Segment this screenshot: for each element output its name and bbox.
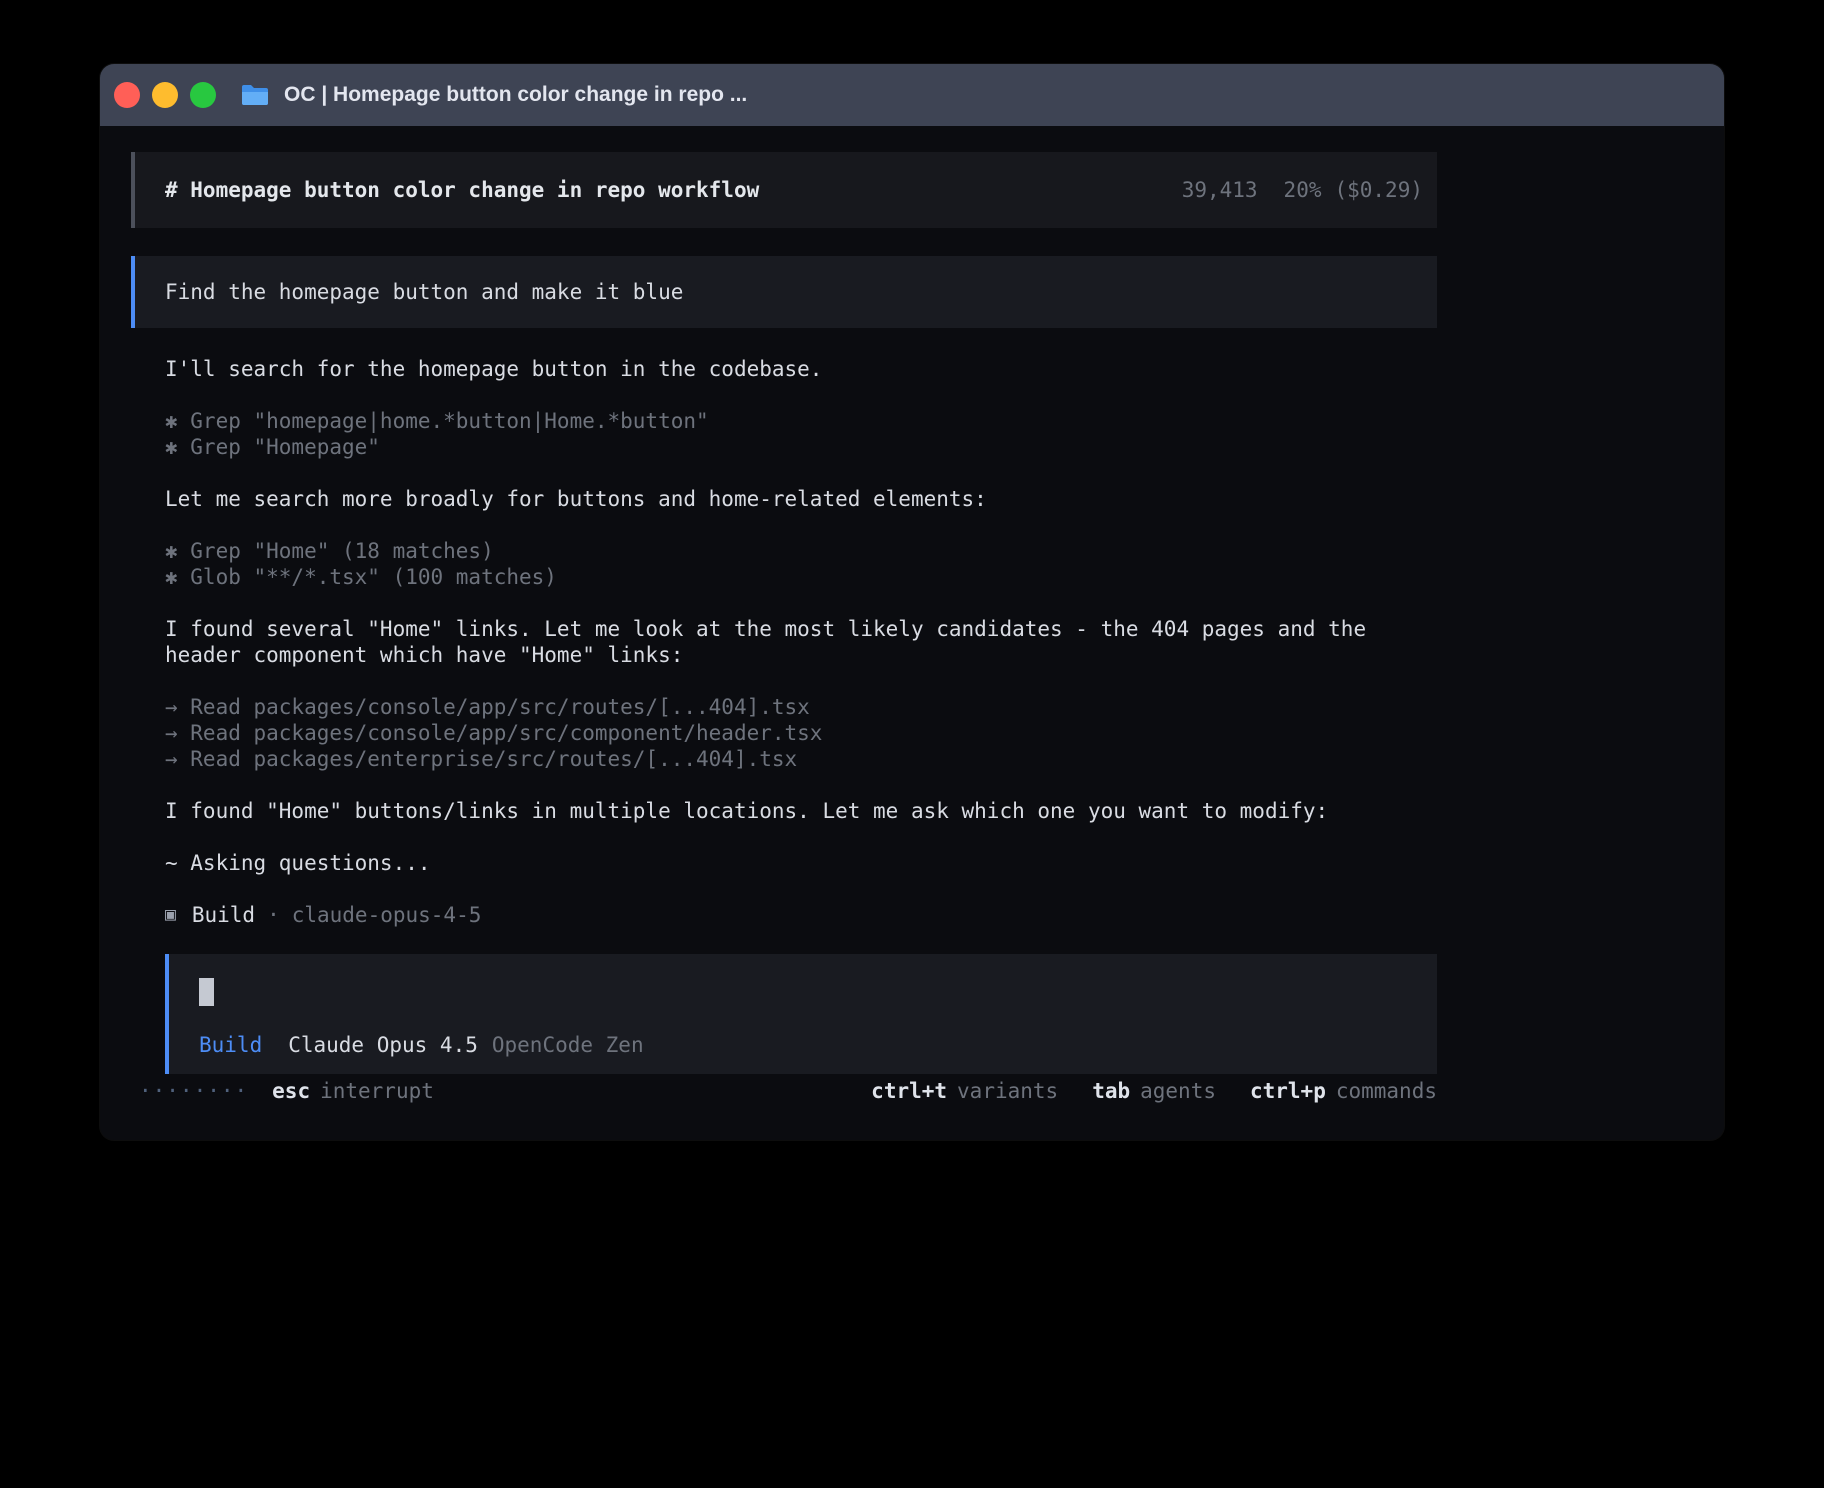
text-cursor [199, 978, 214, 1006]
tool-call-read: → Read packages/enterprise/src/routes/[.… [165, 747, 797, 771]
spinner-dots: ········ [139, 1078, 248, 1104]
hint-label-agents: agents [1140, 1078, 1216, 1104]
agent-name: Build [192, 902, 255, 928]
titlebar-title-group: OC | Homepage button color change in rep… [240, 83, 747, 107]
assistant-paragraph: I'll search for the homepage button in t… [165, 356, 1437, 382]
status-bar-right: ctrl+t variants tab agents ctrl+p comman… [871, 1078, 1437, 1104]
hint-key-esc: esc [272, 1078, 310, 1104]
agent-icon: ▣ [165, 902, 176, 928]
desktop: { "window": { "title": "OC | Homepage bu… [0, 0, 1824, 1488]
agent-status-line: ▣ Build · claude-opus-4-5 [165, 902, 1437, 928]
terminal-window: OC | Homepage button color change in rep… [100, 64, 1724, 1140]
user-message: Find the homepage button and make it blu… [131, 256, 1437, 328]
window-title: OC | Homepage button color change in rep… [284, 83, 747, 107]
status-bar-left: ········ esc interrupt [131, 1078, 434, 1104]
tool-call-read: → Read packages/console/app/src/componen… [165, 721, 822, 745]
hint-label-variants: variants [957, 1078, 1058, 1104]
status-bar: ········ esc interrupt ctrl+t variants t… [131, 1078, 1437, 1104]
zoom-button[interactable] [190, 82, 216, 108]
assistant-paragraph: Let me search more broadly for buttons a… [165, 486, 1437, 512]
session-title: # Homepage button color change in repo w… [165, 178, 759, 202]
user-message-text: Find the homepage button and make it blu… [165, 280, 683, 304]
hint-agents: tab agents [1092, 1078, 1216, 1104]
mode-indicator: Build [199, 1032, 262, 1058]
hint-variants: ctrl+t variants [871, 1078, 1058, 1104]
prompt-input[interactable]: Build Claude Opus 4.5 OpenCode Zen [165, 954, 1437, 1074]
minimize-button[interactable] [152, 82, 178, 108]
token-count: 39,413 [1182, 178, 1258, 202]
prompt-input-footer: Build Claude Opus 4.5 OpenCode Zen [199, 1032, 1437, 1058]
agent-model: claude-opus-4-5 [292, 902, 482, 928]
tool-call-grep: ✱ Grep "homepage|home.*button|Home.*butt… [165, 409, 709, 433]
assistant-paragraph: I found "Home" buttons/links in multiple… [165, 798, 1437, 824]
tool-call-grep: ✱ Grep "Home" (18 matches) [165, 539, 494, 563]
tool-call-grep: ✱ Grep "Homepage" [165, 435, 380, 459]
assistant-paragraph: I found several "Home" links. Let me loo… [165, 616, 1437, 668]
session-stats: 39,413 20% ($0.29) [1182, 178, 1423, 202]
agent-separator: · [267, 902, 280, 928]
hint-label-commands: commands [1336, 1078, 1437, 1104]
session-cost: ($0.29) [1334, 178, 1423, 202]
tool-call-group: → Read packages/console/app/src/routes/[… [165, 694, 1437, 772]
session-header: # Homepage button color change in repo w… [131, 152, 1437, 228]
hint-key-ctrl-p: ctrl+p [1250, 1078, 1326, 1104]
hint-commands: ctrl+p commands [1250, 1078, 1437, 1104]
close-button[interactable] [114, 82, 140, 108]
tool-call-glob: ✱ Glob "**/*.tsx" (100 matches) [165, 565, 557, 589]
tool-call-group: ✱ Grep "homepage|home.*button|Home.*butt… [165, 408, 1437, 460]
window-titlebar[interactable]: OC | Homepage button color change in rep… [100, 64, 1724, 126]
folder-icon [240, 83, 270, 107]
provider-indicator: OpenCode Zen [492, 1032, 644, 1058]
traffic-lights [114, 82, 216, 108]
tool-call-group: ✱ Grep "Home" (18 matches) ✱ Glob "**/*.… [165, 538, 1437, 590]
model-indicator: Claude Opus 4.5 [288, 1032, 478, 1058]
assistant-transcript: I'll search for the homepage button in t… [165, 356, 1437, 1074]
context-percent: 20% [1284, 178, 1322, 202]
assistant-status: ~ Asking questions... [165, 850, 1437, 876]
hint-label-interrupt: interrupt [320, 1078, 434, 1104]
hint-key-ctrl-t: ctrl+t [871, 1078, 947, 1104]
hint-interrupt: esc interrupt [272, 1078, 434, 1104]
prompt-input-line[interactable] [199, 978, 1437, 1006]
tool-call-read: → Read packages/console/app/src/routes/[… [165, 695, 810, 719]
hint-key-tab: tab [1092, 1078, 1130, 1104]
terminal-body: # Homepage button color change in repo w… [100, 126, 1724, 1140]
